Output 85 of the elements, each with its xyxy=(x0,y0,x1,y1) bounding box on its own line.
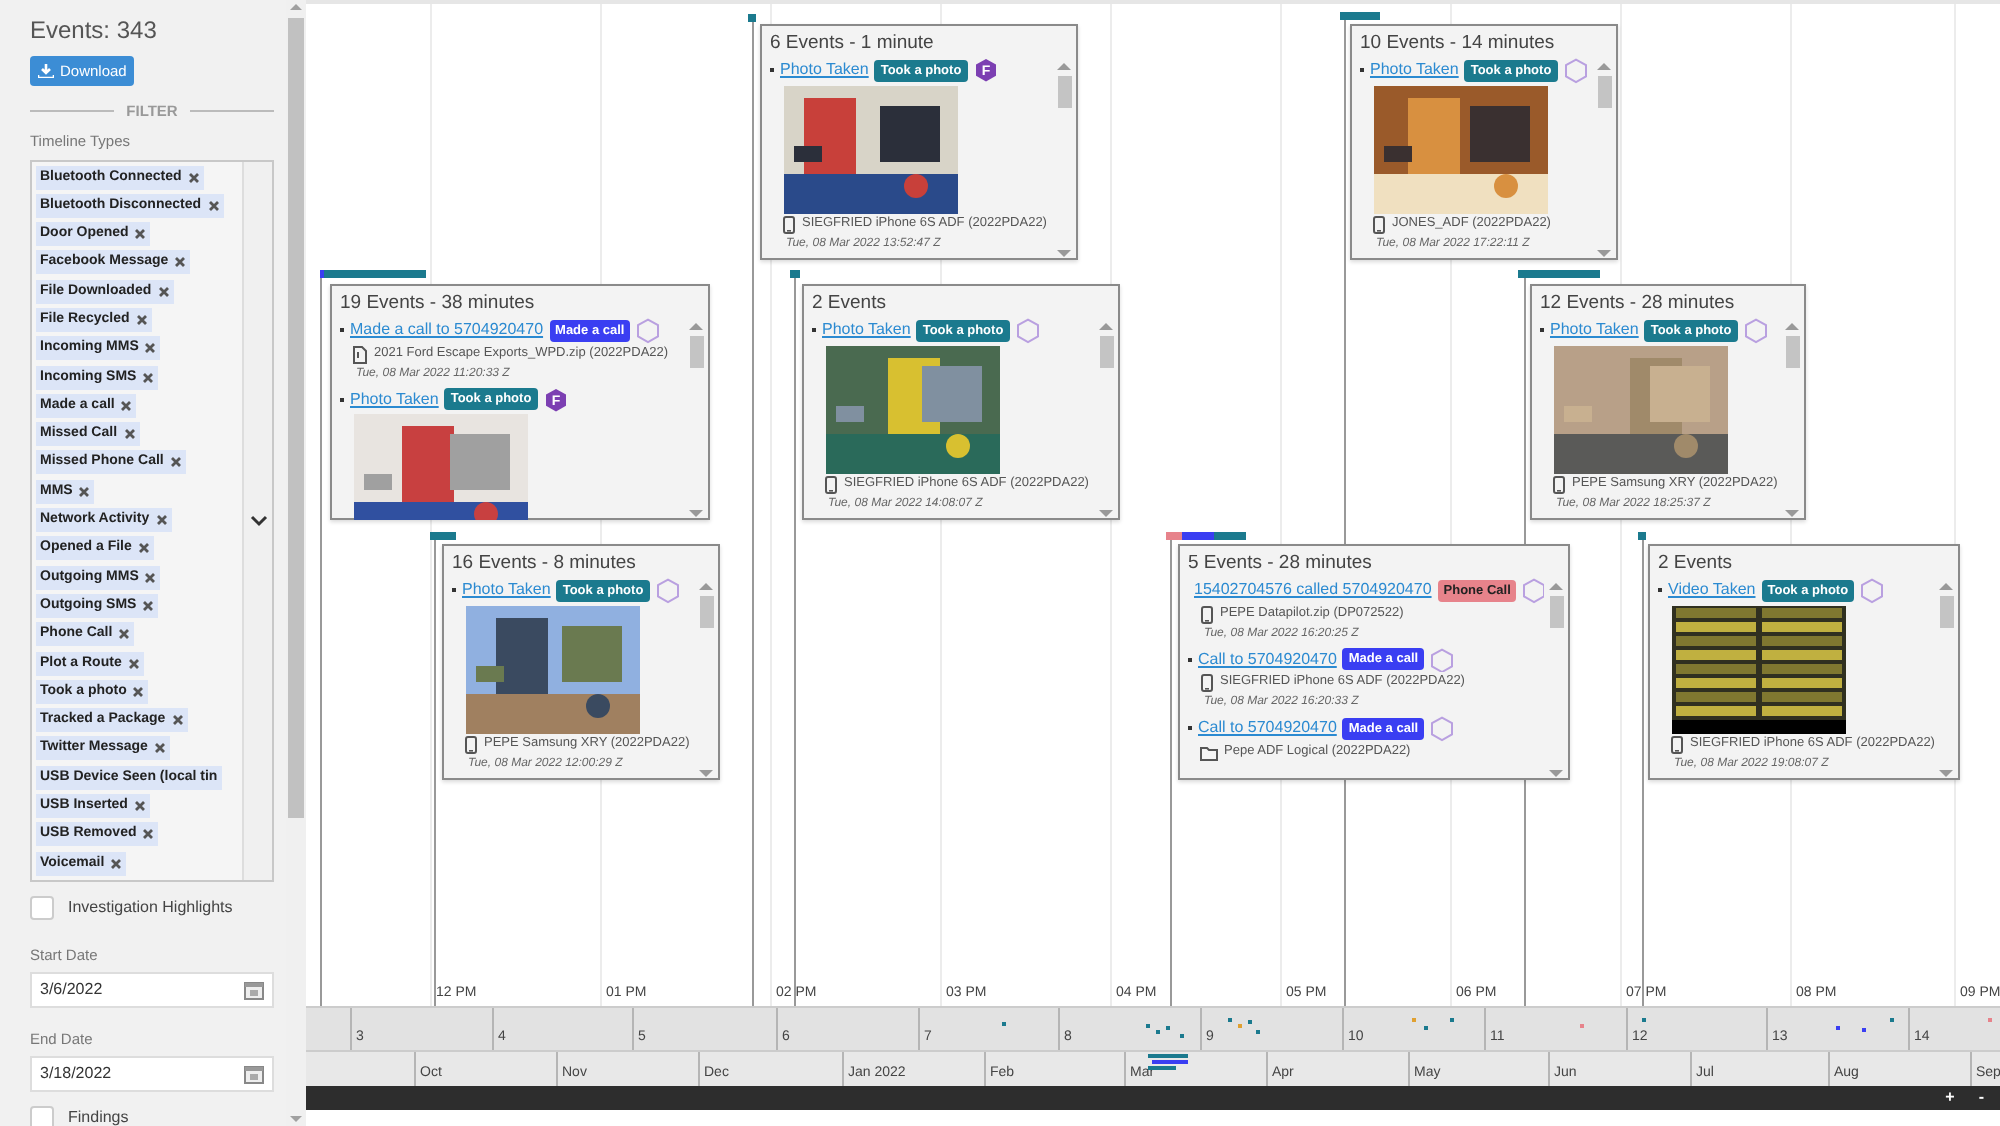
date-field[interactable]: 3/18/2022 xyxy=(30,1056,274,1092)
card-title: 10 Events - 14 minutes xyxy=(1358,30,1557,56)
scroll-thumb[interactable] xyxy=(1785,336,1799,368)
date-field[interactable]: 3/6/2022 xyxy=(30,971,274,1008)
remove-icon[interactable] xyxy=(137,542,150,555)
chevron-down-icon[interactable] xyxy=(249,513,267,527)
remove-icon[interactable] xyxy=(153,742,166,755)
checkbox-label: Findings xyxy=(68,1106,129,1126)
remove-icon[interactable] xyxy=(157,285,170,298)
scroll-up-icon[interactable] xyxy=(1548,582,1564,592)
scroll-down-icon[interactable] xyxy=(1938,768,1954,778)
scroll-up-icon[interactable] xyxy=(1784,322,1800,332)
hexagon-icon[interactable] xyxy=(1430,716,1455,741)
remove-icon[interactable] xyxy=(78,485,91,498)
scroll-up-icon[interactable] xyxy=(688,322,704,332)
card-title: 12 Events - 28 minutes xyxy=(1538,290,1737,316)
remove-icon[interactable] xyxy=(187,171,200,183)
scroll-down-icon[interactable] xyxy=(1098,508,1114,518)
scroll-thumb[interactable] xyxy=(288,18,304,818)
event-count: Events: 343 xyxy=(30,14,159,46)
remove-icon[interactable] xyxy=(118,628,131,641)
card-title: 2 Events xyxy=(810,290,888,316)
hexagon-icon[interactable] xyxy=(1522,578,1544,603)
remove-icon[interactable] xyxy=(207,199,220,212)
scroll-up-icon[interactable] xyxy=(288,0,304,12)
remove-icon[interactable] xyxy=(169,456,182,469)
remove-icon[interactable] xyxy=(123,428,136,441)
card-title: 2 Events xyxy=(1656,550,1734,576)
remove-icon[interactable] xyxy=(171,714,184,727)
card-title: 5 Events - 28 minutes xyxy=(1186,550,1374,576)
scroll-up-icon[interactable] xyxy=(1098,322,1114,332)
remove-icon[interactable] xyxy=(142,599,155,612)
remove-icon[interactable] xyxy=(144,342,157,355)
scroll-up-icon[interactable] xyxy=(1596,62,1612,72)
scroll-thumb[interactable] xyxy=(1597,76,1611,108)
event-range-bar[interactable] xyxy=(1166,532,1246,540)
remove-icon[interactable] xyxy=(174,256,187,269)
checkbox[interactable] xyxy=(30,895,54,919)
zoom-in-button[interactable]: + xyxy=(1945,1090,1955,1106)
hexagon-icon[interactable] xyxy=(1430,647,1455,672)
scroll-up-icon[interactable] xyxy=(1056,62,1072,72)
card-title: 16 Events - 8 minutes xyxy=(450,550,638,576)
scrollbar[interactable] xyxy=(286,0,306,1126)
remove-icon[interactable] xyxy=(127,657,140,670)
scroll-down-icon[interactable] xyxy=(688,508,704,518)
scroll-down-icon[interactable] xyxy=(288,1114,304,1126)
remove-icon[interactable] xyxy=(142,371,155,384)
calendar-icon[interactable] xyxy=(244,979,264,1000)
scroll-thumb[interactable] xyxy=(1939,596,1953,628)
scroll-down-icon[interactable] xyxy=(1548,768,1564,778)
remove-icon[interactable] xyxy=(142,828,155,841)
remove-icon[interactable] xyxy=(110,857,123,870)
remove-icon[interactable] xyxy=(144,571,157,584)
checkbox-label: Investigation Highlights xyxy=(68,895,233,919)
hexagon-icon[interactable] xyxy=(1015,318,1040,343)
scroll-down-icon[interactable] xyxy=(1784,508,1800,518)
remove-icon[interactable] xyxy=(135,313,148,326)
scroll-thumb[interactable] xyxy=(1057,76,1071,108)
scroll-thumb[interactable] xyxy=(699,596,713,628)
scroll-up-icon[interactable] xyxy=(1938,582,1954,592)
card-title: 6 Events - 1 minute xyxy=(768,30,936,56)
scroll-down-icon[interactable] xyxy=(698,768,714,778)
scroll-thumb[interactable] xyxy=(1099,336,1113,368)
hexagon-icon[interactable] xyxy=(636,318,661,343)
remove-icon[interactable] xyxy=(132,685,145,698)
calendar-icon[interactable] xyxy=(244,1064,264,1084)
hexagon-icon[interactable] xyxy=(1563,58,1588,83)
event-range-bar[interactable] xyxy=(320,270,426,278)
hexagon-icon[interactable] xyxy=(1860,578,1885,603)
hexagon-icon[interactable] xyxy=(655,578,680,603)
checkbox[interactable] xyxy=(30,1106,54,1126)
remove-icon[interactable] xyxy=(120,399,133,412)
scroll-down-icon[interactable] xyxy=(1596,248,1612,258)
scroll-down-icon[interactable] xyxy=(1056,248,1072,258)
remove-icon[interactable] xyxy=(133,800,146,813)
event-marks-drawing xyxy=(1148,1054,1192,1070)
remove-icon[interactable] xyxy=(134,228,147,241)
hexagon-icon[interactable] xyxy=(1743,318,1768,343)
scroll-up-icon[interactable] xyxy=(698,582,714,592)
zoom-out-button[interactable]: - xyxy=(1978,1090,1984,1106)
scroll-thumb[interactable] xyxy=(1549,596,1563,628)
download-icon xyxy=(38,64,54,78)
remove-icon[interactable] xyxy=(155,514,168,527)
scroll-thumb[interactable] xyxy=(689,336,703,368)
card-title: 19 Events - 38 minutes xyxy=(338,290,537,316)
